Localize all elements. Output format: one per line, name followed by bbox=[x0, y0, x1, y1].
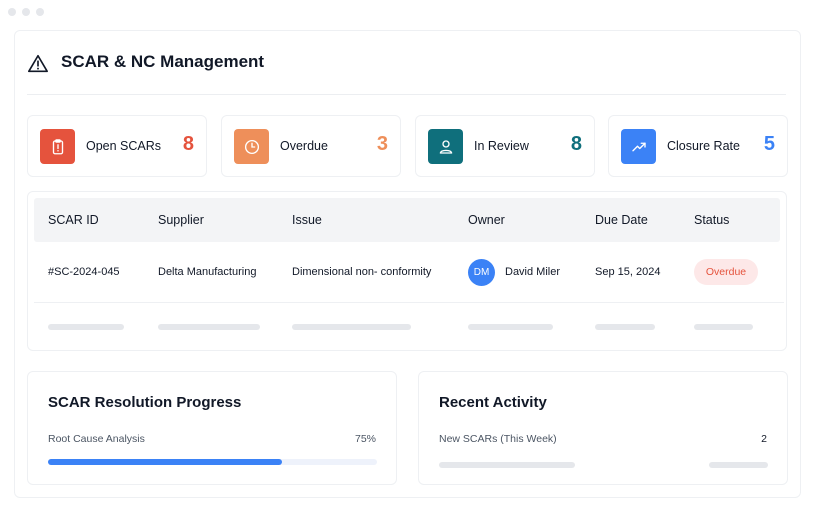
trending-up-icon bbox=[621, 129, 656, 164]
stat-card-open-scars[interactable]: Open SCARs 8 bbox=[27, 115, 207, 177]
table-header: SCAR ID Supplier Issue Owner Due Date St… bbox=[34, 198, 780, 242]
progress-bar bbox=[48, 459, 377, 465]
cell-supplier: Delta Manufacturing bbox=[158, 266, 257, 278]
column-header-owner[interactable]: Owner bbox=[468, 213, 505, 227]
stat-value: 3 bbox=[376, 133, 388, 155]
stat-label: Closure Rate bbox=[667, 139, 740, 153]
main-panel: SCAR & NC Management Open SCARs 8 Overdu… bbox=[14, 30, 801, 498]
page-title: SCAR & NC Management bbox=[61, 52, 265, 71]
warning-icon bbox=[28, 54, 48, 73]
activity-value: 2 bbox=[761, 433, 767, 445]
stat-label: In Review bbox=[474, 139, 529, 153]
window-dot[interactable] bbox=[36, 8, 44, 16]
progress-value: 75% bbox=[354, 433, 376, 445]
column-header-status[interactable]: Status bbox=[694, 213, 729, 227]
stat-value: 8 bbox=[182, 133, 194, 155]
skeleton-bar bbox=[158, 324, 260, 330]
card-title: Recent Activity bbox=[439, 394, 547, 411]
cell-owner-name: David Miler bbox=[505, 266, 561, 278]
card-title: SCAR Resolution Progress bbox=[48, 394, 242, 411]
stat-card-in-review[interactable]: In Review 8 bbox=[415, 115, 595, 177]
table-row[interactable]: #SC-2024-045 Delta Manufacturing Dimensi… bbox=[34, 242, 784, 303]
scar-table: SCAR ID Supplier Issue Owner Due Date St… bbox=[27, 191, 787, 351]
stat-value: 8 bbox=[570, 133, 582, 155]
progress-fill bbox=[48, 459, 282, 465]
skeleton-bar bbox=[48, 324, 124, 330]
clipboard-alert-icon bbox=[40, 129, 75, 164]
column-header-supplier[interactable]: Supplier bbox=[158, 213, 204, 227]
skeleton-bar bbox=[709, 462, 768, 468]
stat-label: Overdue bbox=[280, 139, 328, 153]
skeleton-bar bbox=[292, 324, 411, 330]
cell-scar-id: #SC-2024-045 bbox=[48, 266, 120, 278]
window-controls bbox=[8, 8, 44, 16]
stat-card-overdue[interactable]: Overdue 3 bbox=[221, 115, 401, 177]
cell-issue: Dimensional non- conformity bbox=[292, 266, 432, 278]
stat-card-closure-rate[interactable]: Closure Rate 5 bbox=[608, 115, 788, 177]
skeleton-bar bbox=[439, 462, 575, 468]
recent-activity-card: Recent Activity New SCARs (This Week) 2 bbox=[418, 371, 788, 485]
stats-row: Open SCARs 8 Overdue 3 In Review 8 Closu… bbox=[27, 115, 788, 177]
resolution-progress-card: SCAR Resolution Progress Root Cause Anal… bbox=[27, 371, 397, 485]
user-icon bbox=[428, 129, 463, 164]
page-header: SCAR & NC Management bbox=[27, 49, 786, 95]
stat-value: 5 bbox=[763, 133, 775, 155]
skeleton-bar bbox=[694, 324, 753, 330]
progress-label: Root Cause Analysis bbox=[48, 433, 145, 445]
status-badge: Overdue bbox=[694, 259, 758, 285]
window-dot[interactable] bbox=[8, 8, 16, 16]
skeleton-bar bbox=[595, 324, 655, 330]
skeleton-bar bbox=[468, 324, 553, 330]
column-header-due-date[interactable]: Due Date bbox=[595, 213, 648, 227]
column-header-scar-id[interactable]: SCAR ID bbox=[48, 213, 99, 227]
cell-due-date: Sep 15, 2024 bbox=[595, 266, 661, 278]
stat-label: Open SCARs bbox=[86, 139, 162, 153]
avatar: DM bbox=[468, 259, 495, 286]
activity-label: New SCARs (This Week) bbox=[439, 433, 557, 445]
column-header-issue[interactable]: Issue bbox=[292, 213, 322, 227]
clock-icon bbox=[234, 129, 269, 164]
window-dot[interactable] bbox=[22, 8, 30, 16]
